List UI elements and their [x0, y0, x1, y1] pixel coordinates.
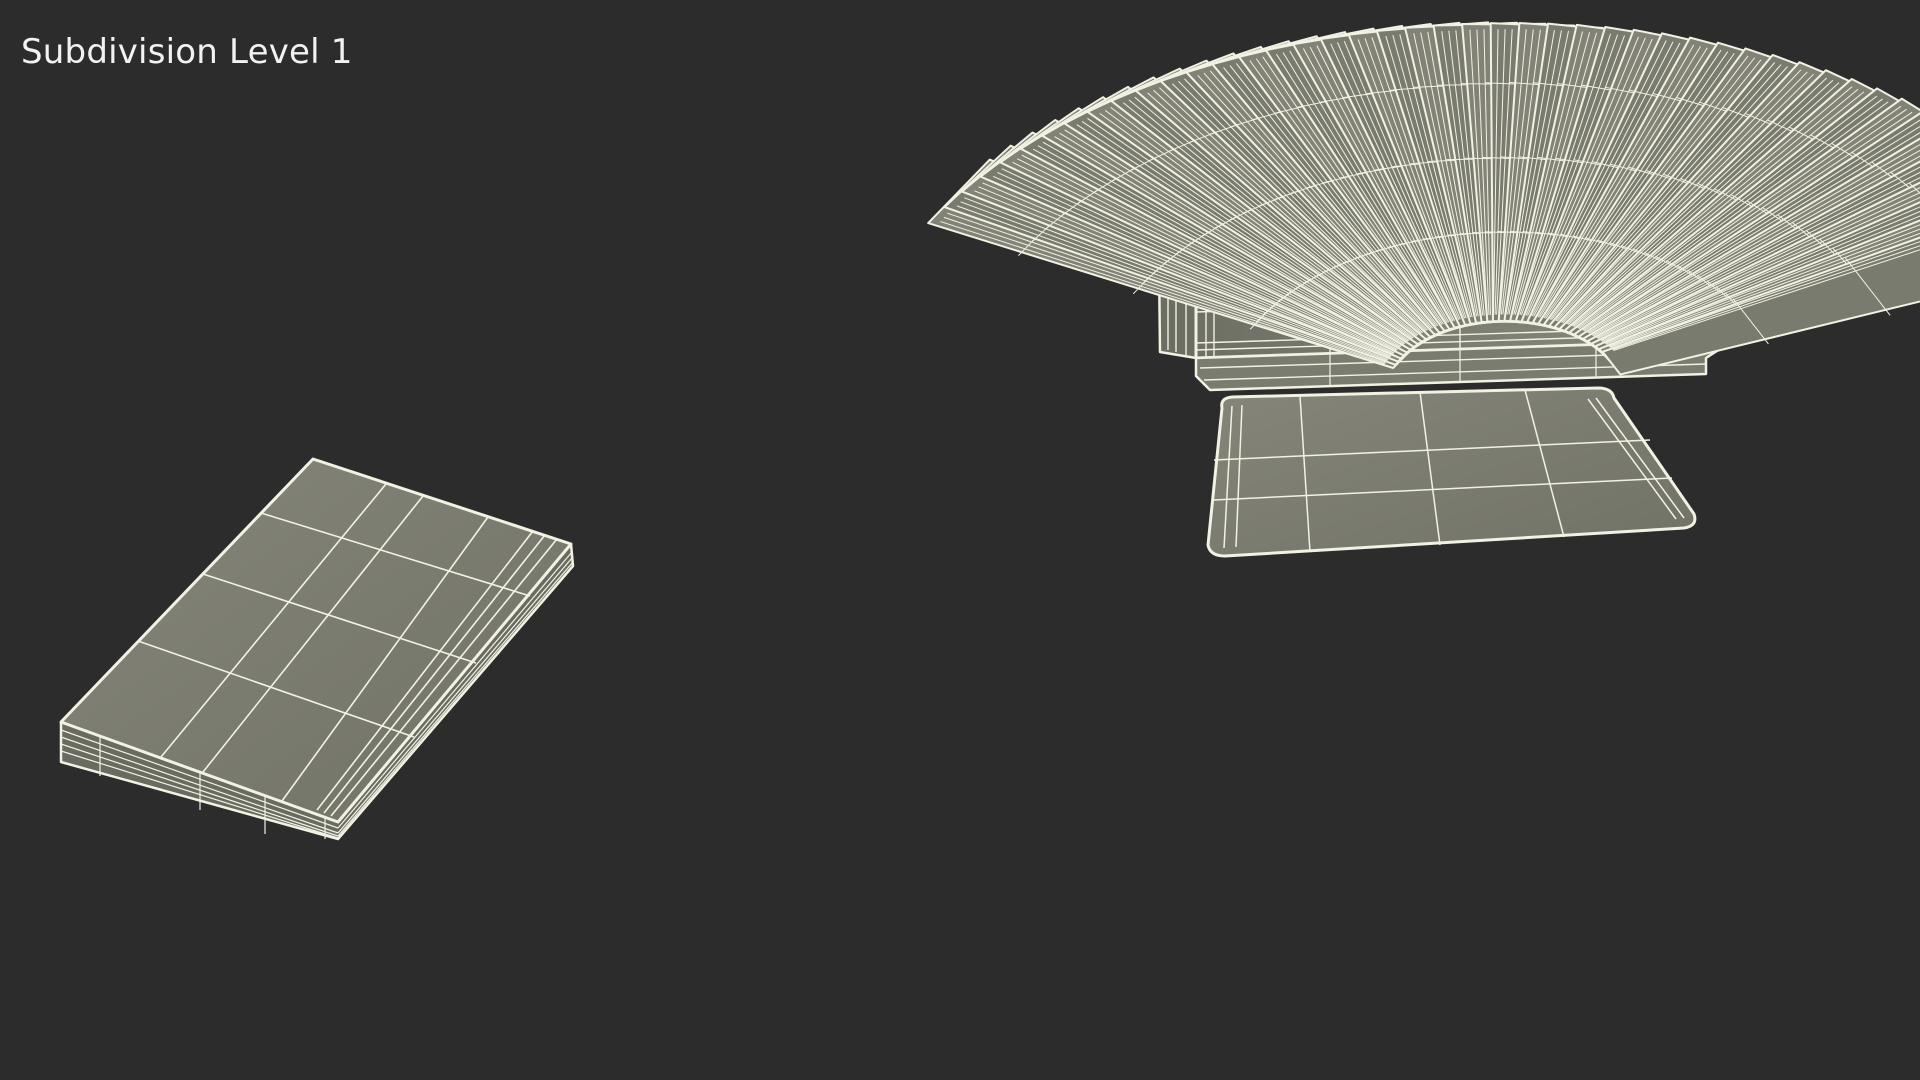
wireframe-scene — [59, 21, 1920, 841]
card-stack — [59, 457, 575, 841]
fan-top-card — [1206, 386, 1697, 558]
card-fan — [927, 21, 1920, 376]
render-viewport: Subdivision Level 1 — [0, 0, 1920, 1080]
viewport-label: Subdivision Level 1 — [21, 32, 353, 72]
